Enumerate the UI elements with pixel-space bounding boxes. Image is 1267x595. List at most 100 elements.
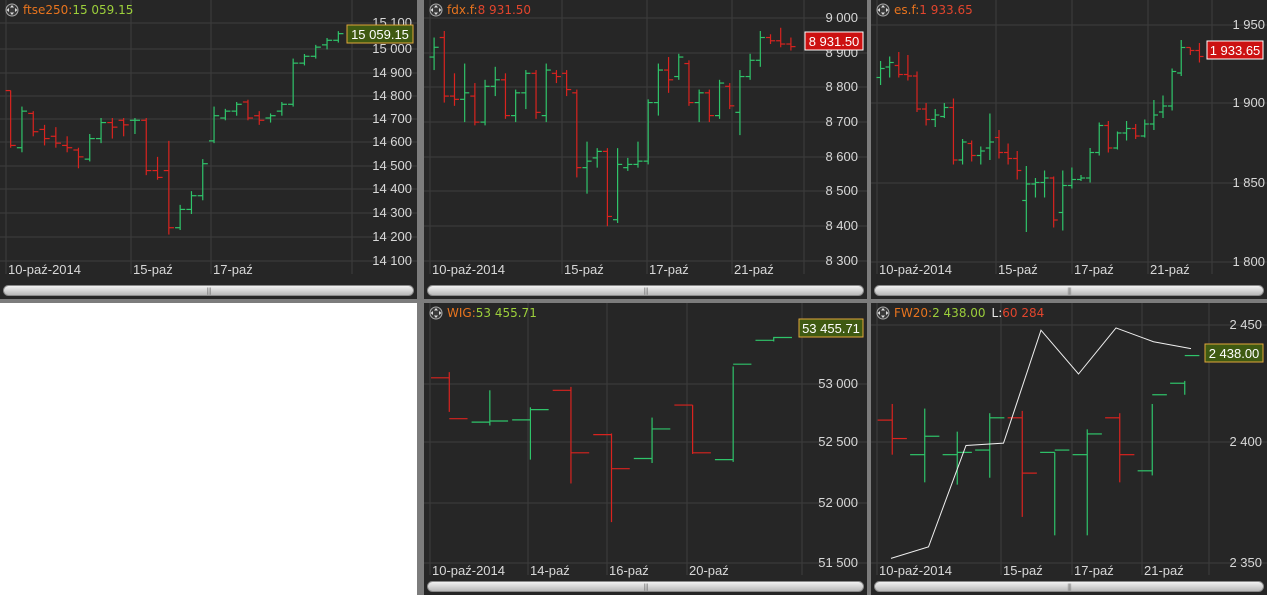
ohlc-bar bbox=[903, 55, 912, 81]
horizontal-scrollbar[interactable]: ||| bbox=[427, 581, 864, 592]
x-tick-label: 15-paź bbox=[998, 262, 1038, 277]
x-tick-label: 10-paź-2014 bbox=[432, 563, 505, 578]
ohlc-bar bbox=[1168, 68, 1177, 111]
symbol-label: fdx.f: bbox=[447, 3, 478, 17]
y-tick-label: 2 350 bbox=[1229, 555, 1262, 570]
ohlc-bar bbox=[735, 70, 745, 136]
ohlc-bar bbox=[1195, 43, 1204, 63]
ohlc-bar bbox=[1072, 429, 1102, 536]
chart-panel-3[interactable]: 53 000 52 500 52 000 51 500 10-paź-2014 14-pa… bbox=[424, 303, 867, 595]
volume-line bbox=[890, 327, 1192, 559]
ohlc-bar bbox=[276, 102, 287, 116]
chart-panel-0[interactable]: 15 100 15 000 14 900 14 800 14 700 14 600 14 5… bbox=[0, 0, 417, 299]
ohlc-bar bbox=[765, 34, 776, 45]
symbol-value: 2 438.00 bbox=[932, 306, 986, 320]
ohlc-bar bbox=[471, 390, 509, 426]
ohlc-bar bbox=[704, 89, 714, 123]
y-tick-label: 1 800 bbox=[1232, 254, 1265, 269]
ohlc-bar bbox=[50, 127, 61, 148]
grip-icon[interactable]: ||| bbox=[643, 583, 648, 591]
move-icon[interactable] bbox=[3, 3, 21, 17]
ohlc-bar bbox=[876, 61, 885, 85]
y-tick-label: 2 400 bbox=[1229, 434, 1262, 449]
horizontal-scrollbar[interactable]: ||| bbox=[427, 285, 864, 296]
grip-icon[interactable]: ||| bbox=[643, 287, 648, 295]
y-tick-label: 14 600 bbox=[372, 134, 412, 149]
ohlc-bar bbox=[265, 113, 276, 123]
y-tick-label: 52 000 bbox=[818, 495, 858, 510]
x-tick-label: 21-paź bbox=[734, 262, 774, 277]
ohlc-bar bbox=[623, 157, 633, 171]
ohlc-bar bbox=[714, 363, 752, 462]
chart-svg: 9 0008 9008 8008 7008 6008 5008 4008 300… bbox=[424, 0, 867, 277]
y-tick-label: 14 800 bbox=[372, 88, 412, 103]
ohlc-bar bbox=[949, 98, 958, 165]
move-icon[interactable] bbox=[427, 3, 445, 17]
y-tick-label: 14 200 bbox=[372, 229, 412, 244]
ohlc-bar bbox=[1067, 167, 1076, 189]
move-icon[interactable] bbox=[874, 3, 892, 17]
y-tick-label: 8 500 bbox=[825, 183, 858, 198]
horizontal-scrollbar[interactable]: ||| bbox=[874, 285, 1264, 296]
grip-icon[interactable]: ||| bbox=[206, 287, 211, 295]
ohlc-bar bbox=[674, 404, 711, 454]
horizontal-scrollbar[interactable]: ||| bbox=[3, 285, 414, 296]
chart-panel-2[interactable]: 1 950 1 900 1 850 1 800 10-paź-2014 15-paź 17-… bbox=[871, 0, 1267, 299]
ohlc-bar bbox=[572, 89, 582, 178]
ohlc-bar bbox=[1031, 178, 1040, 198]
volume-value: 60 284 bbox=[1002, 306, 1045, 320]
ohlc-bar bbox=[714, 79, 725, 119]
ohlc-bar bbox=[985, 113, 994, 160]
move-icon[interactable] bbox=[874, 306, 892, 320]
ohlc-bar bbox=[551, 70, 562, 84]
x-tick-label: 16-paź bbox=[609, 563, 649, 578]
ohlc-bar bbox=[745, 53, 755, 80]
ohlc-bar bbox=[684, 60, 694, 106]
y-tick-label: 53 000 bbox=[818, 376, 858, 391]
ohlc-bar bbox=[633, 141, 643, 168]
x-tick-label: 10-paź-2014 bbox=[432, 262, 505, 277]
last-price-label: 53 455.71 bbox=[802, 321, 860, 336]
x-tick-label: 17-paź bbox=[213, 262, 253, 277]
ohlc-bar bbox=[512, 407, 549, 460]
ohlc-bar bbox=[449, 73, 460, 106]
ohlc-bar bbox=[786, 37, 796, 51]
ohlc-bar bbox=[118, 118, 129, 137]
ohlc-bar bbox=[1105, 413, 1135, 483]
ohlc-bar bbox=[975, 413, 1005, 478]
symbol-label: FW20: bbox=[894, 306, 933, 320]
y-tick-label: 1 900 bbox=[1232, 95, 1265, 110]
ohlc-bar bbox=[633, 417, 671, 464]
x-tick-label: 20-paź bbox=[689, 563, 729, 578]
ohlc-bar bbox=[694, 89, 704, 123]
move-icon[interactable] bbox=[427, 306, 445, 320]
ohlc-bar bbox=[1113, 131, 1122, 150]
chart-svg: 1 950 1 900 1 850 1 800 10-paź-2014 15-paź 17-… bbox=[871, 0, 1267, 277]
ohlc-bar bbox=[755, 336, 792, 342]
ohlc-bar bbox=[942, 431, 972, 485]
y-tick-label: 1 950 bbox=[1232, 17, 1265, 32]
chart-svg: 53 000 52 500 52 000 51 500 10-paź-2014 14-pa… bbox=[424, 303, 867, 578]
grip-icon[interactable]: ||| bbox=[1067, 287, 1072, 295]
y-tick-label: 9 000 bbox=[825, 10, 858, 25]
y-tick-label: 8 400 bbox=[825, 218, 858, 233]
chart-panel-4[interactable]: 2 450 2 400 2 350 10-paź-2014 15-paź 17-paź 21… bbox=[871, 303, 1267, 595]
chart-panel-1[interactable]: 9 000 8 900 8 800 8 700 8 600 8 500 8 400 8 300… bbox=[424, 0, 867, 299]
y-tick-label: 14 400 bbox=[372, 181, 412, 196]
y-tick-label: 8 800 bbox=[825, 79, 858, 94]
y-tick-label: 1 850 bbox=[1232, 175, 1265, 190]
ohlc-bar bbox=[1104, 121, 1113, 153]
horizontal-scrollbar[interactable]: ||| bbox=[874, 581, 1264, 592]
chart-svg: 2 450 2 400 2 350 10-paź-2014 15-paź 17-paź 21… bbox=[871, 303, 1267, 578]
ohlc-bar bbox=[602, 148, 612, 227]
chart-header: WIG: 53 455.71 bbox=[427, 305, 537, 321]
ohlc-bar bbox=[541, 63, 551, 123]
x-tick-label: 17-paź bbox=[1074, 563, 1114, 578]
ohlc-bar bbox=[321, 38, 333, 50]
ohlc-bar bbox=[674, 53, 684, 80]
ohlc-bar bbox=[958, 139, 967, 165]
ohlc-bar bbox=[592, 148, 602, 168]
grip-icon[interactable]: ||| bbox=[1067, 583, 1072, 591]
y-tick-label: 51 500 bbox=[818, 555, 858, 570]
empty-panel bbox=[0, 303, 417, 595]
